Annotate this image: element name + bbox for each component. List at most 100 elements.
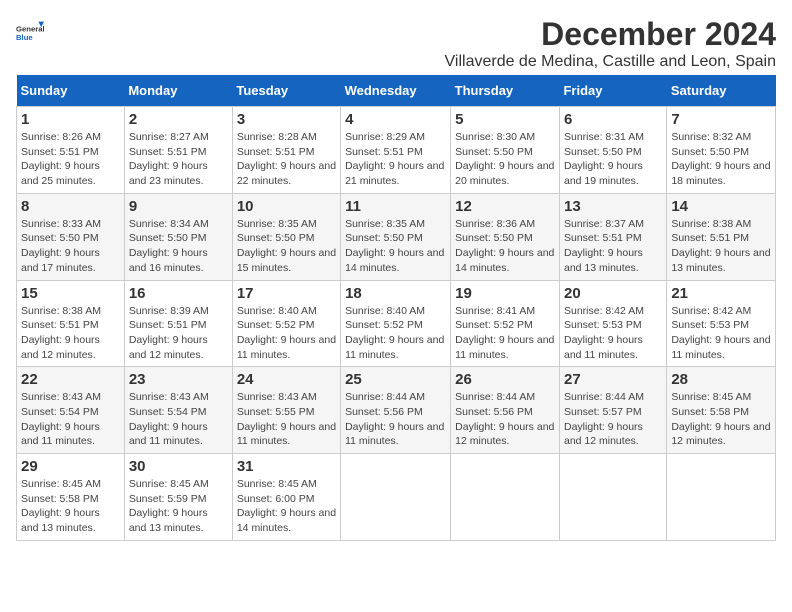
calendar-cell: 29Sunrise: 8:45 AM Sunset: 5:58 PM Dayli… [17,454,125,541]
day-number: 3 [237,111,336,128]
day-detail: Sunrise: 8:41 AM Sunset: 5:52 PM Dayligh… [455,305,554,361]
column-header-tuesday: Tuesday [232,75,340,107]
day-detail: Sunrise: 8:37 AM Sunset: 5:51 PM Dayligh… [564,218,644,274]
day-number: 31 [237,458,336,475]
day-number: 4 [345,111,446,128]
page-header: General Blue December 2024 Villaverde de… [16,16,776,71]
calendar-week-row: 22Sunrise: 8:43 AM Sunset: 5:54 PM Dayli… [17,367,776,454]
day-detail: Sunrise: 8:32 AM Sunset: 5:50 PM Dayligh… [671,131,770,187]
calendar-cell: 22Sunrise: 8:43 AM Sunset: 5:54 PM Dayli… [17,367,125,454]
calendar-cell [559,454,666,541]
calendar-cell: 28 Sunrise: 8:45 AM Sunset: 5:58 PM Dayli… [667,367,776,454]
calendar-week-row: 8 Sunrise: 8:33 AM Sunset: 5:50 PM Daylig… [17,193,776,280]
day-detail: Sunrise: 8:45 AM Sunset: 5:58 PM Dayligh… [21,478,101,534]
day-number: 7 [671,111,771,128]
day-number: 30 [129,458,228,475]
day-number: 14 [671,198,771,215]
day-detail: Sunrise: 8:44 AM Sunset: 5:57 PM Dayligh… [564,391,644,447]
calendar-cell: 30 Sunrise: 8:45 AM Sunset: 5:59 PM Dayli… [124,454,232,541]
day-number: 6 [564,111,662,128]
day-number: 13 [564,198,662,215]
day-detail: Sunrise: 8:45 AM Sunset: 5:58 PM Dayligh… [671,391,770,447]
day-number: 8 [21,198,120,215]
day-detail: Sunrise: 8:42 AM Sunset: 5:53 PM Dayligh… [671,305,770,361]
day-number: 23 [129,371,228,388]
day-detail: Sunrise: 8:31 AM Sunset: 5:50 PM Dayligh… [564,131,644,187]
calendar-cell: 14Sunrise: 8:38 AM Sunset: 5:51 PM Dayli… [667,193,776,280]
day-number: 28 [671,371,771,388]
day-number: 21 [671,285,771,302]
day-number: 25 [345,371,446,388]
calendar-cell: 4 Sunrise: 8:29 AM Sunset: 5:51 PM Daylig… [341,107,451,194]
calendar-cell: 27 Sunrise: 8:44 AM Sunset: 5:57 PM Dayli… [559,367,666,454]
calendar-header-row: SundayMondayTuesdayWednesdayThursdayFrid… [17,75,776,107]
calendar-cell: 12Sunrise: 8:36 AM Sunset: 5:50 PM Dayli… [451,193,560,280]
calendar-cell: 16 Sunrise: 8:39 AM Sunset: 5:51 PM Dayli… [124,280,232,367]
day-number: 5 [455,111,555,128]
day-number: 11 [345,198,446,215]
title-block: December 2024 Villaverde de Medina, Cast… [445,16,776,71]
day-detail: Sunrise: 8:38 AM Sunset: 5:51 PM Dayligh… [21,305,101,361]
day-detail: Sunrise: 8:44 AM Sunset: 5:56 PM Dayligh… [345,391,444,447]
day-number: 1 [21,111,120,128]
day-detail: Sunrise: 8:40 AM Sunset: 5:52 PM Dayligh… [237,305,336,361]
calendar-cell: 31Sunrise: 8:45 AM Sunset: 6:00 PM Dayli… [232,454,340,541]
calendar-cell: 1 Sunrise: 8:26 AM Sunset: 5:51 PM Daylig… [17,107,125,194]
day-number: 9 [129,198,228,215]
day-number: 15 [21,285,120,302]
day-detail: Sunrise: 8:44 AM Sunset: 5:56 PM Dayligh… [455,391,554,447]
logo-icon: General Blue [16,16,44,44]
day-detail: Sunrise: 8:43 AM Sunset: 5:54 PM Dayligh… [21,391,101,447]
day-detail: Sunrise: 8:40 AM Sunset: 5:52 PM Dayligh… [345,305,444,361]
column-header-thursday: Thursday [451,75,560,107]
calendar-cell [451,454,560,541]
subtitle: Villaverde de Medina, Castille and Leon,… [445,53,776,71]
column-header-wednesday: Wednesday [341,75,451,107]
day-number: 10 [237,198,336,215]
calendar-cell: 19 Sunrise: 8:41 AM Sunset: 5:52 PM Dayli… [451,280,560,367]
day-number: 27 [564,371,662,388]
calendar-cell: 8 Sunrise: 8:33 AM Sunset: 5:50 PM Daylig… [17,193,125,280]
calendar-cell: 10Sunrise: 8:35 AM Sunset: 5:50 PM Dayli… [232,193,340,280]
day-detail: Sunrise: 8:45 AM Sunset: 5:59 PM Dayligh… [129,478,209,534]
svg-text:Blue: Blue [16,33,33,42]
day-detail: Sunrise: 8:28 AM Sunset: 5:51 PM Dayligh… [237,131,336,187]
column-header-saturday: Saturday [667,75,776,107]
svg-text:General: General [16,24,44,33]
calendar-cell: 18 Sunrise: 8:40 AM Sunset: 5:52 PM Dayli… [341,280,451,367]
calendar-week-row: 15 Sunrise: 8:38 AM Sunset: 5:51 PM Dayli… [17,280,776,367]
day-number: 20 [564,285,662,302]
calendar-cell: 26 Sunrise: 8:44 AM Sunset: 5:56 PM Dayli… [451,367,560,454]
day-number: 19 [455,285,555,302]
day-detail: Sunrise: 8:35 AM Sunset: 5:50 PM Dayligh… [345,218,444,274]
day-detail: Sunrise: 8:43 AM Sunset: 5:54 PM Dayligh… [129,391,209,447]
day-detail: Sunrise: 8:30 AM Sunset: 5:50 PM Dayligh… [455,131,554,187]
column-header-friday: Friday [559,75,666,107]
calendar-cell: 2Sunrise: 8:27 AM Sunset: 5:51 PM Daylig… [124,107,232,194]
day-number: 24 [237,371,336,388]
calendar-cell: 5 Sunrise: 8:30 AM Sunset: 5:50 PM Daylig… [451,107,560,194]
day-detail: Sunrise: 8:36 AM Sunset: 5:50 PM Dayligh… [455,218,554,274]
calendar-cell: 17Sunrise: 8:40 AM Sunset: 5:52 PM Dayli… [232,280,340,367]
calendar-cell: 3 Sunrise: 8:28 AM Sunset: 5:51 PM Daylig… [232,107,340,194]
day-number: 18 [345,285,446,302]
day-number: 16 [129,285,228,302]
column-header-monday: Monday [124,75,232,107]
day-detail: Sunrise: 8:26 AM Sunset: 5:51 PM Dayligh… [21,131,101,187]
day-detail: Sunrise: 8:43 AM Sunset: 5:55 PM Dayligh… [237,391,336,447]
calendar-cell: 24 Sunrise: 8:43 AM Sunset: 5:55 PM Dayli… [232,367,340,454]
calendar-cell [341,454,451,541]
calendar-cell: 6 Sunrise: 8:31 AM Sunset: 5:50 PM Daylig… [559,107,666,194]
column-header-sunday: Sunday [17,75,125,107]
calendar-cell [667,454,776,541]
calendar-cell: 15 Sunrise: 8:38 AM Sunset: 5:51 PM Dayli… [17,280,125,367]
day-number: 2 [129,111,228,128]
day-detail: Sunrise: 8:42 AM Sunset: 5:53 PM Dayligh… [564,305,644,361]
day-detail: Sunrise: 8:29 AM Sunset: 5:51 PM Dayligh… [345,131,444,187]
main-title: December 2024 [445,16,776,53]
day-detail: Sunrise: 8:39 AM Sunset: 5:51 PM Dayligh… [129,305,209,361]
calendar-table: SundayMondayTuesdayWednesdayThursdayFrid… [16,75,776,541]
day-detail: Sunrise: 8:33 AM Sunset: 5:50 PM Dayligh… [21,218,101,274]
day-number: 26 [455,371,555,388]
calendar-week-row: 1 Sunrise: 8:26 AM Sunset: 5:51 PM Daylig… [17,107,776,194]
